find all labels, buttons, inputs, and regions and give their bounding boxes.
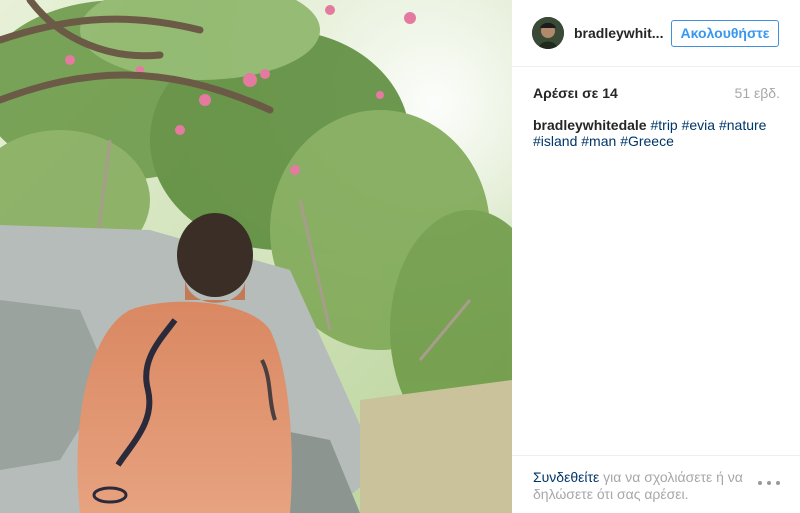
username-link[interactable]: bradleywhit... [574,25,663,41]
more-options-icon[interactable] [758,478,780,488]
instagram-post: bradleywhit... Ακολουθήστε Αρέσει σε 14 … [0,0,800,513]
follow-button[interactable]: Ακολουθήστε [671,20,779,47]
hashtag-link[interactable]: #Greece [620,133,674,149]
likes-count[interactable]: Αρέσει σε 14 [533,85,618,101]
post-caption: bradleywhitedale #trip #evia #nature #is… [533,117,783,149]
hashtag-link[interactable]: #man [581,133,616,149]
login-link[interactable]: Συνδεθείτε [533,469,599,485]
post-header: bradleywhit... Ακολουθήστε [512,0,800,67]
post-photo-image [0,0,512,513]
hashtag-link[interactable]: #evia [682,117,715,133]
avatar[interactable] [532,17,564,49]
login-prompt: Συνδεθείτε για να σχολιάσετε ή να δηλώσε… [533,469,743,503]
post-sidebar: bradleywhit... Ακολουθήστε Αρέσει σε 14 … [512,0,800,513]
hashtag-link[interactable]: #nature [719,117,766,133]
post-footer: Συνδεθείτε για να σχολιάσετε ή να δηλώσε… [512,455,800,513]
hashtag-link[interactable]: #island [533,133,577,149]
post-timestamp[interactable]: 51 εβδ. [735,85,780,101]
caption-author[interactable]: bradleywhitedale [533,117,647,133]
avatar-image [532,17,564,49]
post-photo [0,0,512,513]
hashtag-link[interactable]: #trip [650,117,677,133]
